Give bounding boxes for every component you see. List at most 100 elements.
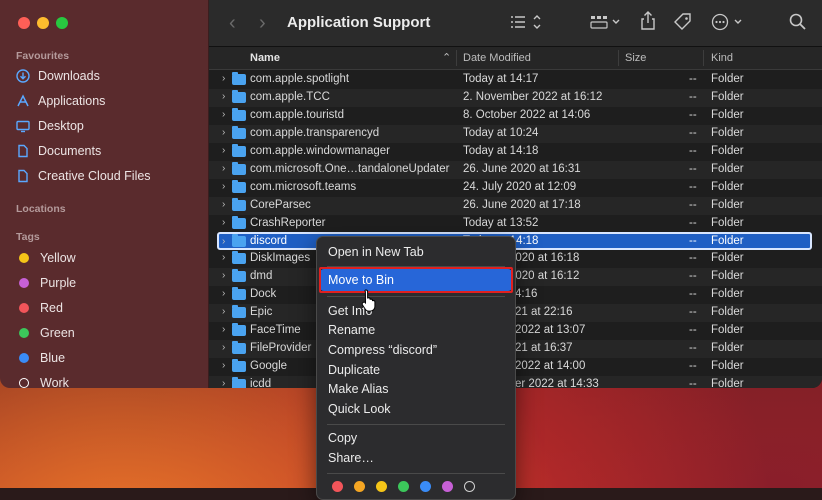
table-row[interactable]: › CoreParsec 26. June 2020 at 17:18 -- Folde… — [209, 197, 822, 215]
menu-item-copy[interactable]: Copy — [328, 428, 357, 448]
sidebar-tag-work[interactable]: Work — [16, 373, 69, 388]
menu-item-share[interactable]: Share… — [328, 448, 374, 468]
disclosure-icon[interactable]: › — [222, 378, 225, 388]
disclosure-icon[interactable]: › — [222, 181, 225, 192]
menu-item-rename[interactable]: Rename — [328, 320, 375, 340]
disclosure-icon[interactable]: › — [222, 252, 225, 263]
tag-color-blue[interactable] — [420, 481, 431, 492]
file-size: -- — [689, 163, 697, 175]
table-row[interactable]: › com.apple.transparencyd Today at 10:24 --… — [209, 125, 822, 143]
context-menu: Open in New Tab Move to Bin Get Info Ren… — [316, 236, 516, 500]
tag-color-red[interactable] — [332, 481, 343, 492]
disclosure-icon[interactable]: › — [222, 236, 225, 247]
close-button[interactable] — [18, 17, 30, 29]
folder-icon — [232, 323, 246, 336]
sort-chevron-icon[interactable]: ⌃ — [442, 51, 451, 64]
column-divider[interactable] — [703, 50, 704, 66]
disclosure-icon[interactable]: › — [222, 306, 225, 317]
folder-icon — [232, 180, 246, 193]
forward-icon[interactable]: › — [259, 12, 266, 35]
tag-color-orange[interactable] — [354, 481, 365, 492]
table-row[interactable]: › CrashReporter Today at 13:52 -- Folder — [209, 215, 822, 233]
folder-icon — [232, 198, 246, 211]
file-size: -- — [689, 217, 697, 229]
list-view-icon[interactable] — [509, 14, 543, 35]
more-actions-icon[interactable] — [711, 13, 745, 36]
sidebar-tag-purple[interactable]: Purple — [16, 273, 76, 293]
sidebar-item-documents[interactable]: Documents — [16, 141, 101, 161]
download-icon — [16, 69, 30, 83]
file-kind: Folder — [711, 378, 744, 388]
toolbar: ‹ › Application Support — [209, 0, 822, 47]
file-name: com.microsoft.One…tandaloneUpdater — [250, 163, 450, 175]
disclosure-icon[interactable]: › — [222, 342, 225, 353]
file-name: discord — [250, 235, 288, 247]
folder-icon — [232, 269, 246, 282]
table-row[interactable]: › com.apple.windowmanager Today at 14:18 --… — [209, 143, 822, 161]
sidebar-item-applications[interactable]: Applications — [16, 91, 105, 111]
disclosure-icon[interactable]: › — [222, 145, 225, 156]
disclosure-icon[interactable]: › — [222, 73, 225, 84]
column-date[interactable]: Date Modified — [463, 52, 531, 64]
disclosure-icon[interactable]: › — [222, 91, 225, 102]
share-icon[interactable] — [640, 11, 656, 36]
sidebar-item-creative-cloud[interactable]: Creative Cloud Files — [16, 166, 151, 186]
menu-item-duplicate[interactable]: Duplicate — [328, 360, 380, 380]
column-kind[interactable]: Kind — [711, 52, 733, 64]
table-row[interactable]: › com.microsoft.teams 24. July 2020 at 12:… — [209, 179, 822, 197]
sidebar-tag-yellow[interactable]: Yellow — [16, 248, 76, 268]
folder-icon — [232, 377, 246, 388]
disclosure-icon[interactable]: › — [222, 217, 225, 228]
disclosure-icon[interactable]: › — [222, 127, 225, 138]
back-icon[interactable]: ‹ — [229, 12, 236, 35]
minimize-button[interactable] — [37, 17, 49, 29]
zoom-button[interactable] — [56, 17, 68, 29]
column-divider[interactable] — [618, 50, 619, 66]
menu-item-quick-look[interactable]: Quick Look — [328, 399, 391, 419]
file-size: -- — [689, 73, 697, 85]
tag-color-yellow[interactable] — [376, 481, 387, 492]
file-date: Today at 14:17 — [463, 73, 539, 85]
menu-item-open-in-new-tab[interactable]: Open in New Tab — [328, 242, 424, 262]
sidebar-item-desktop[interactable]: Desktop — [16, 116, 84, 136]
disclosure-icon[interactable]: › — [222, 109, 225, 120]
file-kind: Folder — [711, 252, 744, 264]
tag-color-none[interactable] — [464, 481, 475, 492]
sidebar-tag-blue[interactable]: Blue — [16, 348, 65, 368]
disclosure-icon[interactable]: › — [222, 288, 225, 299]
table-row[interactable]: › com.microsoft.One…tandaloneUpdater 26. J… — [209, 161, 822, 179]
sidebar-tag-green[interactable]: Green — [16, 323, 75, 343]
file-date: 24. July 2020 at 12:09 — [463, 181, 577, 193]
tag-color-green[interactable] — [398, 481, 409, 492]
group-icon[interactable] — [590, 14, 622, 35]
column-size[interactable]: Size — [625, 52, 646, 64]
sidebar-item-label: Documents — [38, 144, 102, 158]
column-divider[interactable] — [456, 50, 457, 66]
sidebar-item-downloads[interactable]: Downloads — [16, 66, 100, 86]
file-name: Epic — [250, 306, 273, 318]
sidebar-tag-red[interactable]: Red — [16, 298, 63, 318]
file-size: -- — [689, 127, 697, 139]
folder-icon — [232, 234, 246, 247]
menu-item-compress[interactable]: Compress “discord” — [328, 340, 437, 360]
folder-icon — [232, 162, 246, 175]
search-icon[interactable] — [789, 13, 807, 36]
disclosure-icon[interactable]: › — [222, 360, 225, 371]
tag-color-purple[interactable] — [442, 481, 453, 492]
file-name: FileProvider — [250, 342, 312, 354]
table-row[interactable]: › com.apple.TCC 2. November 2022 at 16:12 -… — [209, 89, 822, 107]
table-row[interactable]: › com.apple.touristd 8. October 2022 at 14… — [209, 107, 822, 125]
file-kind: Folder — [711, 217, 744, 229]
disclosure-icon[interactable]: › — [222, 270, 225, 281]
disclosure-icon[interactable]: › — [222, 324, 225, 335]
disclosure-icon[interactable]: › — [222, 163, 225, 174]
document-icon — [16, 144, 30, 158]
column-name[interactable]: Name — [250, 52, 280, 64]
tags-header[interactable]: Tags — [16, 231, 40, 243]
tag-icon[interactable] — [673, 12, 693, 37]
file-size: -- — [689, 378, 697, 388]
disclosure-icon[interactable]: › — [222, 199, 225, 210]
menu-item-make-alias[interactable]: Make Alias — [328, 379, 388, 399]
locations-header[interactable]: Locations — [16, 203, 66, 215]
table-row[interactable]: › com.apple.spotlight Today at 14:17 -- Fold… — [209, 71, 822, 89]
